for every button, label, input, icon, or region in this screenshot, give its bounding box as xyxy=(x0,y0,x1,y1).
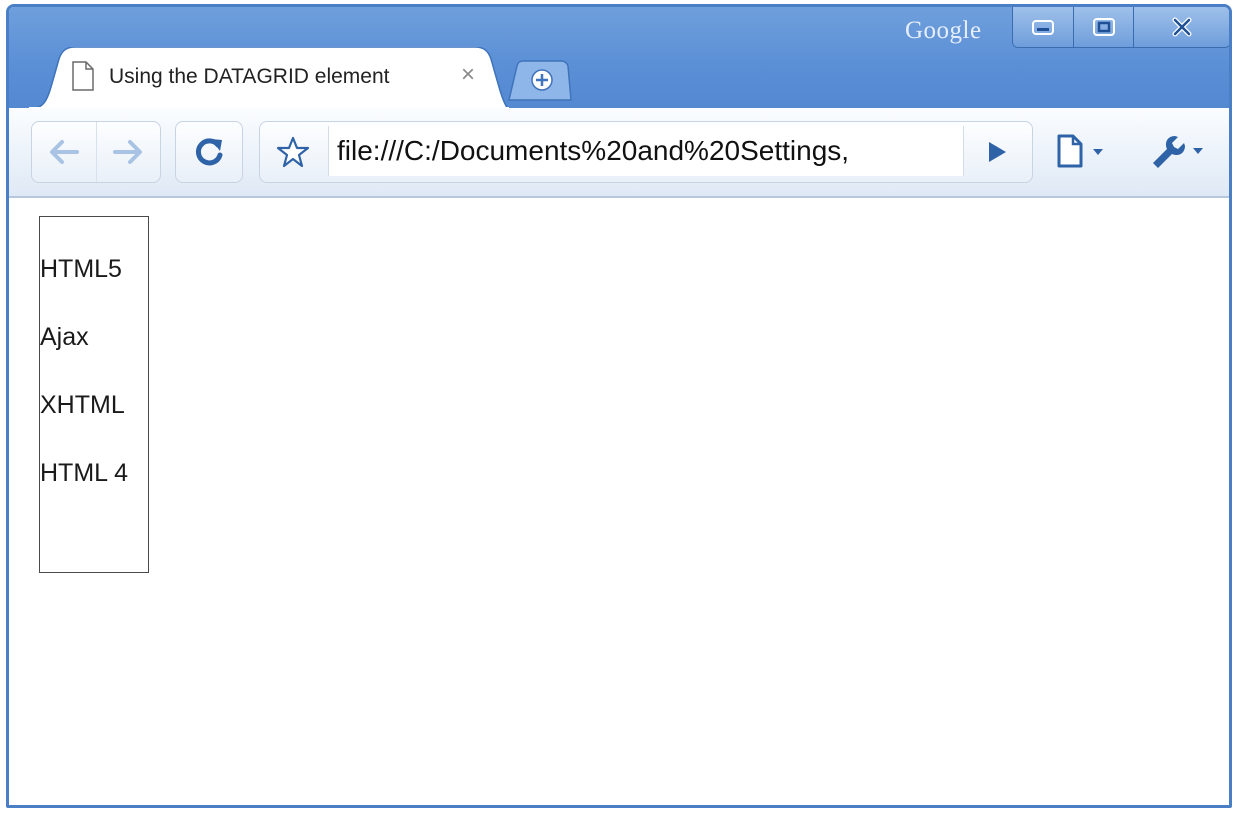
window-controls xyxy=(1012,7,1229,48)
reload-button[interactable] xyxy=(175,121,243,183)
close-icon xyxy=(1172,17,1192,37)
datagrid-item[interactable]: XHTML xyxy=(40,391,125,420)
minimize-icon xyxy=(1031,20,1054,35)
go-button[interactable] xyxy=(986,140,1008,169)
tools-menu-button[interactable] xyxy=(1147,133,1209,174)
page-menu-button[interactable] xyxy=(1055,134,1111,173)
browser-window: Google Using the DATAGRID element × file… xyxy=(6,4,1232,808)
new-tab-icon xyxy=(508,60,572,101)
new-tab-button[interactable] xyxy=(503,60,575,102)
datagrid[interactable]: HTML5 Ajax XHTML HTML 4 xyxy=(39,216,149,573)
nav-button-group xyxy=(31,121,161,183)
star-icon[interactable] xyxy=(276,136,310,173)
url-input[interactable]: file:///C:/Documents%20and%20Settings, xyxy=(328,126,964,176)
reload-icon xyxy=(195,138,223,166)
play-icon xyxy=(989,142,1006,162)
page-icon xyxy=(1057,134,1103,168)
address-bar: file:///C:/Documents%20and%20Settings, xyxy=(259,121,1033,183)
wrench-icon xyxy=(1153,136,1203,168)
minimize-button[interactable] xyxy=(1013,7,1074,47)
restore-icon xyxy=(1092,18,1115,36)
datagrid-item[interactable]: Ajax xyxy=(40,323,89,352)
chevron-down-icon xyxy=(1193,148,1203,154)
tab-title: Using the DATAGRID element xyxy=(109,65,390,88)
page-content: HTML5 Ajax XHTML HTML 4 xyxy=(9,198,1229,805)
forward-button[interactable] xyxy=(97,122,161,182)
forward-arrow-icon xyxy=(113,140,143,164)
datagrid-item[interactable]: HTML 4 xyxy=(40,459,128,488)
datagrid-item[interactable]: HTML5 xyxy=(40,255,122,284)
title-bar: Google Using the DATAGRID element × xyxy=(9,7,1229,111)
brand-label: Google xyxy=(905,17,982,44)
back-button[interactable] xyxy=(32,122,97,182)
chevron-down-icon xyxy=(1093,149,1103,155)
tab-close-icon[interactable]: × xyxy=(461,61,475,89)
tab-active[interactable]: Using the DATAGRID element × xyxy=(29,47,509,111)
back-arrow-icon xyxy=(49,140,79,164)
close-button[interactable] xyxy=(1134,7,1229,47)
restore-button[interactable] xyxy=(1073,7,1135,47)
toolbar: file:///C:/Documents%20and%20Settings, xyxy=(9,108,1229,198)
